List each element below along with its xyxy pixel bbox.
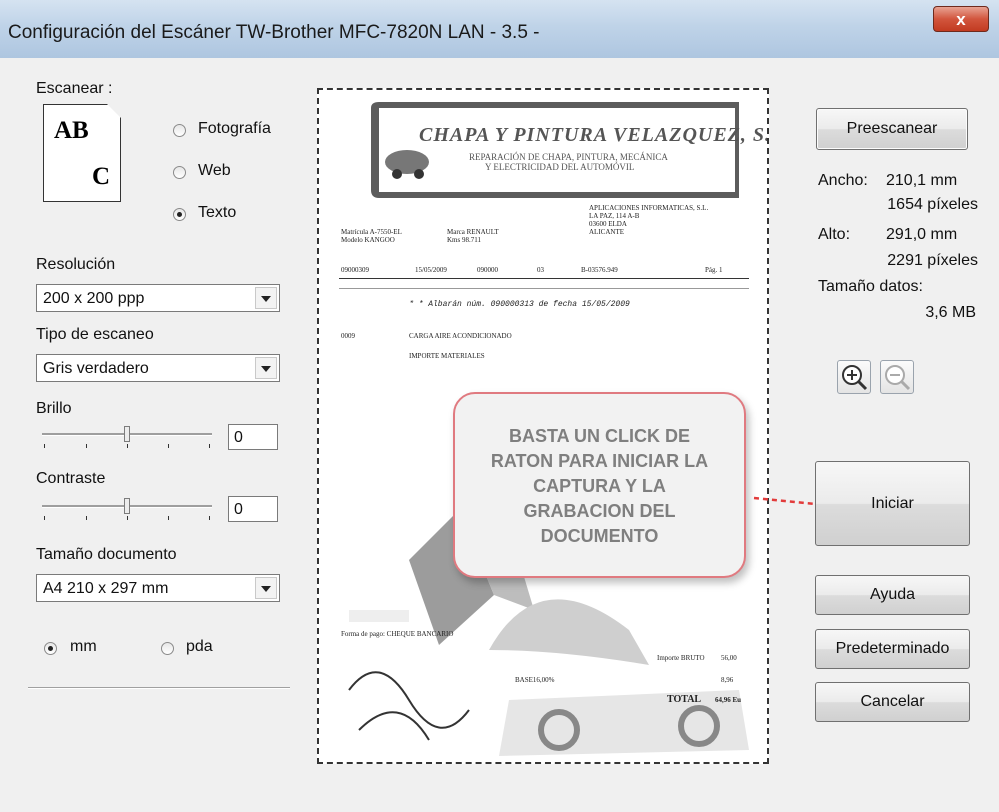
scan-type-label: Escanear : [36, 80, 113, 97]
callout-line: DOCUMENTO [540, 526, 659, 546]
doc-page: Pág. 1 [705, 266, 723, 274]
callout-line: GRABACION DEL [523, 501, 676, 521]
chevron-down-icon[interactable] [255, 357, 277, 379]
data-size-label: Tamaño datos: [818, 278, 923, 295]
contrast-slider[interactable] [42, 498, 212, 520]
scan-mode-select[interactable]: Gris verdadero [36, 354, 280, 382]
doc-total-label: TOTAL [667, 694, 702, 705]
divider [28, 687, 290, 689]
brightness-slider-thumb[interactable] [124, 426, 130, 442]
prescan-button[interactable]: Preescanear [816, 108, 968, 150]
title-bar: Configuración del Escáner TW-Brother MFC… [0, 0, 999, 58]
text-document-icon: AB C [43, 104, 121, 202]
doc-customer-addr1: LA PAZ, 114 A-B [589, 212, 640, 220]
document-size-value: A4 210 x 297 mm [43, 580, 169, 597]
doc-zone: 03 [537, 266, 544, 274]
callout-line: CAPTURA Y LA [533, 476, 666, 496]
doc-bruto: Importe BRUTO [657, 654, 705, 662]
icon-text-c: C [91, 163, 110, 190]
width-mm-value: 210,1 mm [886, 172, 958, 189]
default-button[interactable]: Predeterminado [815, 629, 970, 669]
doc-client-no: 090000 [477, 266, 498, 274]
zoom-out-icon [885, 365, 911, 391]
radio-unit-mm-label[interactable]: mm [70, 638, 97, 656]
zoom-out-button[interactable] [880, 360, 914, 394]
width-px-value: 1654 píxeles [887, 196, 978, 213]
doc-customer-addr2: 03600 ELDA [589, 220, 627, 228]
radio-unit-pda[interactable] [161, 642, 174, 655]
doc-bruto-value: 56,00 [721, 654, 737, 662]
chevron-down-icon[interactable] [255, 287, 277, 309]
doc-plate: Matrícula A-7550-EL [341, 228, 402, 236]
resolution-value: 200 x 200 ppp [43, 290, 145, 307]
brightness-slider[interactable] [42, 426, 212, 448]
doc-subtitle-1: REPARACIÓN DE CHAPA, PINTURA, MECÁNICA [469, 152, 668, 162]
scanner-settings-window: Configuración del Escáner TW-Brother MFC… [0, 0, 999, 812]
doc-iva: 8,96 [721, 676, 734, 684]
height-mm-value: 291,0 mm [886, 226, 958, 243]
icon-text-ab: AB [54, 117, 89, 144]
doc-customer-addr3: ALICANTE [589, 228, 624, 236]
start-button[interactable]: Iniciar [815, 461, 970, 546]
help-button[interactable]: Ayuda [815, 575, 970, 615]
doc-model: Modelo KANGOO [341, 236, 395, 244]
contrast-label: Contraste [36, 470, 106, 487]
brightness-label: Brillo [36, 400, 72, 417]
height-label: Alto: [818, 226, 851, 243]
doc-albaran: * * Albarán núm. 090000313 de fecha 15/0… [409, 300, 630, 309]
radio-photo[interactable] [173, 124, 186, 137]
close-button[interactable]: x [933, 6, 989, 32]
contrast-value-field[interactable]: 0 [228, 496, 278, 522]
zoom-in-button[interactable] [837, 360, 871, 394]
doc-subtitle-2: Y ELECTRICIDAD DEL AUTOMÓVIL [485, 162, 635, 172]
radio-photo-label[interactable]: Fotografía [198, 120, 271, 138]
doc-make: Marca RENAULT [447, 228, 499, 236]
doc-payment: Forma de pago: CHEQUE BANCARIO [341, 630, 454, 638]
doc-invoice-no: 09000309 [341, 266, 369, 274]
doc-invoice-date: 15/05/2009 [415, 266, 447, 274]
cancel-button[interactable]: Cancelar [815, 682, 970, 722]
window-title: Configuración del Escáner TW-Brother MFC… [8, 22, 540, 43]
resolution-select[interactable]: 200 x 200 ppp [36, 284, 280, 312]
callout-line: BASTA UN CLICK DE [509, 426, 690, 446]
callout-line: RATON PARA INICIAR LA [490, 451, 709, 471]
doc-materials: IMPORTE MATERIALES [409, 352, 485, 360]
doc-customer: APLICACIONES INFORMATICAS, S.L. [589, 204, 709, 212]
radio-unit-mm[interactable] [44, 642, 57, 655]
radio-text-label[interactable]: Texto [198, 204, 236, 222]
chevron-down-icon[interactable] [255, 577, 277, 599]
radio-web[interactable] [173, 166, 186, 179]
document-size-select[interactable]: A4 210 x 297 mm [36, 574, 280, 602]
doc-km: Kms 98.711 [447, 236, 481, 244]
scan-mode-label: Tipo de escaneo [36, 326, 154, 343]
contrast-slider-thumb[interactable] [124, 498, 130, 514]
brightness-value-field[interactable]: 0 [228, 424, 278, 450]
radio-unit-pda-label[interactable]: pda [186, 638, 213, 656]
zoom-in-icon [842, 365, 868, 391]
doc-cif: B-03576.949 [581, 266, 618, 274]
doc-line-item: CARGA AIRE ACONDICIONADO [409, 332, 512, 340]
doc-company-name: CHAPA Y PINTURA VELAZQUEZ, S.L. [419, 124, 769, 146]
radio-text[interactable] [173, 208, 186, 221]
document-size-label: Tamaño documento [36, 546, 177, 563]
data-size-value: 3,6 MB [925, 304, 976, 321]
height-px-value: 2291 píxeles [887, 252, 978, 269]
width-label: Ancho: [818, 172, 868, 189]
resolution-label: Resolución [36, 256, 116, 273]
doc-line-code: 0009 [341, 332, 355, 340]
doc-base: BASE16,00% [515, 676, 555, 684]
radio-web-label[interactable]: Web [198, 162, 231, 180]
instruction-callout: BASTA UN CLICK DE RATON PARA INICIAR LA … [453, 392, 746, 578]
doc-total: 64,96 Eu [715, 696, 742, 704]
scan-mode-value: Gris verdadero [43, 360, 149, 377]
